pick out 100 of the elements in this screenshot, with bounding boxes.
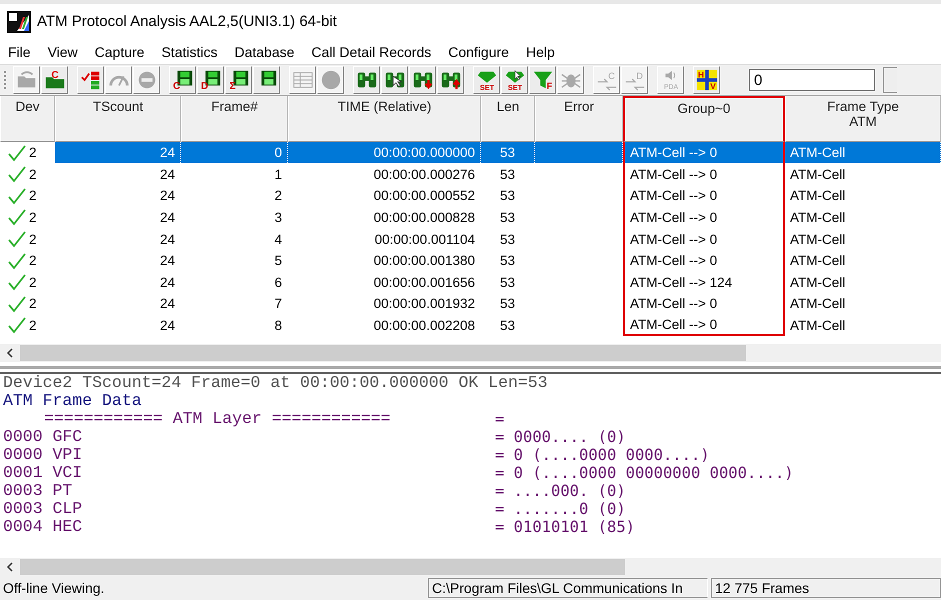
- frame-number-field[interactable]: 0: [749, 69, 875, 92]
- table-cell: 00:00:00.000000: [374, 145, 475, 160]
- table-cell: ATM-Cell: [790, 274, 846, 290]
- table-cell: 2: [29, 166, 37, 182]
- horizontal-scrollbar[interactable]: [0, 344, 941, 362]
- table-cell: 3: [274, 210, 282, 225]
- table-cell: ATM-Cell: [790, 253, 846, 268]
- table-row[interactable]: 2 24 2 00:00:00.000552 53 ATM-Cell --> 0 ATM-Cell: [0, 185, 941, 207]
- scroll-left-icon[interactable]: [6, 348, 14, 358]
- table-row[interactable]: 2 24 6 00:00:00.001656 53 ATM-Cell --> 124 ATM-Cell: [0, 271, 941, 294]
- table-cell: 24: [160, 318, 175, 333]
- section-title: ATM Frame Data: [3, 391, 142, 410]
- table-cell: 53: [500, 232, 516, 247]
- table-cell: 4: [274, 232, 282, 247]
- table-row[interactable]: 2 24 4 00:00:00.001104 53 ATM-Cell --> 0 ATM-Cell: [0, 228, 941, 250]
- menu-item[interactable]: View: [44, 44, 85, 60]
- table-cell: ATM-Cell: [790, 188, 846, 204]
- table-row[interactable]: 2 24 5 00:00:00.001380 53 ATM-Cell --> 0 ATM-Cell: [0, 250, 941, 272]
- table-cell: 53: [500, 318, 516, 333]
- table-row[interactable]: 2 24 8 00:00:00.002208 53 ATM-Cell --> 0 ATM-Cell: [0, 314, 941, 336]
- table-cell: 6: [274, 274, 282, 290]
- table-cell: 00:00:00.001380: [374, 253, 475, 268]
- table-cell: 0: [274, 145, 282, 160]
- table-cell: 5: [274, 253, 282, 268]
- table-cell: 00:00:00.001104: [374, 232, 475, 247]
- table-cell: 2: [274, 188, 282, 204]
- table-cell: ATM-Cell --> 0: [630, 145, 718, 160]
- toolbar-grip-icon[interactable]: [4, 70, 7, 90]
- app-logo-icon: [7, 10, 31, 33]
- table-cell: 00:00:00.001932: [374, 296, 475, 312]
- table-cell: 00:00:00.002208: [374, 318, 475, 333]
- table-cell: 2: [29, 274, 37, 290]
- table-cell: ATM-Cell: [790, 166, 846, 182]
- table-cell: 53: [500, 253, 516, 268]
- field-value: = 01010101 (85): [495, 518, 635, 536]
- table-cell: 2: [29, 253, 37, 268]
- table-cell: 53: [500, 166, 516, 182]
- table-cell: ATM-Cell --> 0: [630, 316, 718, 332]
- table-cell: 2: [29, 318, 37, 333]
- table-cell: 2: [29, 296, 37, 312]
- table-cell: ATM-Cell --> 0: [630, 253, 718, 268]
- table-cell: 24: [160, 210, 175, 225]
- scrollbar-thumb[interactable]: [20, 559, 625, 575]
- table-cell: 2: [29, 188, 37, 204]
- table-cell: 00:00:00.000828: [374, 210, 475, 225]
- table-cell: 2: [29, 145, 37, 160]
- table-cell: 24: [160, 188, 175, 204]
- field-name: 0001 VCI: [3, 463, 84, 482]
- field-value: = ....000. (0): [495, 482, 626, 500]
- table-cell: 53: [500, 274, 516, 290]
- menu-item[interactable]: Capture: [90, 44, 152, 60]
- table-cell: 24: [160, 166, 175, 182]
- menu-item[interactable]: Statistics: [157, 44, 224, 60]
- table-cell: ATM-Cell: [790, 210, 846, 225]
- table-row[interactable]: 2 24 7 00:00:00.001932 53 ATM-Cell --> 0 ATM-Cell: [0, 293, 941, 315]
- table-cell: 53: [500, 188, 516, 204]
- menu-item[interactable]: File: [4, 44, 38, 60]
- table-cell: ATM-Cell --> 124: [630, 274, 732, 290]
- table-cell: ATM-Cell --> 0: [630, 296, 718, 312]
- field-name: 0003 PT: [3, 481, 74, 500]
- field-name: 0003 CLP: [3, 499, 84, 518]
- table-cell: ATM-Cell: [790, 296, 846, 312]
- circle-icon: [320, 69, 342, 92]
- menu-item[interactable]: Database: [230, 44, 302, 60]
- status-text: C:\Program Files\GL Communications In: [428, 578, 708, 598]
- menu-item[interactable]: Call Detail Records: [307, 44, 438, 60]
- table-cell: 00:00:00.000276: [374, 166, 475, 182]
- table-row[interactable]: 2 24 0 00:00:00.000000 53 ATM-Cell --> 0 ATM-Cell: [0, 142, 941, 164]
- field-name: 0004 HEC: [3, 517, 84, 536]
- table-cell: ATM-Cell --> 0: [630, 166, 718, 182]
- status-text: Off-line Viewing.: [2, 579, 106, 598]
- table-cell: ATM-Cell --> 0: [630, 210, 718, 225]
- table-cell: 24: [160, 253, 175, 268]
- table-cell: 53: [500, 296, 516, 312]
- column-header[interactable]: Dev: [0, 96, 55, 142]
- field-value: = .......0 (0): [495, 500, 626, 518]
- table-cell: ATM-Cell: [790, 145, 846, 160]
- table-cell: 53: [500, 210, 516, 225]
- field-name: 0000 VPI: [3, 445, 84, 464]
- table-row[interactable]: 2 24 3 00:00:00.000828 53 ATM-Cell --> 0 ATM-Cell: [0, 206, 941, 228]
- table-cell: 8: [274, 318, 282, 333]
- table-cell: ATM-Cell --> 0: [630, 232, 718, 247]
- scrollbar-thumb[interactable]: [20, 344, 746, 361]
- table-cell: 24: [160, 296, 175, 312]
- summary-line: Device2 TScount=24 Frame=0 at 00:00:00.000000 OK Len=53: [3, 373, 548, 392]
- table-cell: 00:00:00.001656: [374, 274, 475, 290]
- table-cell: 24: [160, 274, 175, 290]
- layer-heading: ============ ATM Layer ============: [43, 409, 392, 428]
- horizontal-scrollbar[interactable]: [0, 558, 941, 576]
- menu-item[interactable]: Configure: [444, 44, 516, 60]
- table-cell: 00:00:00.000552: [374, 188, 475, 204]
- table-cell: 24: [160, 145, 175, 160]
- field-value: =: [495, 410, 504, 428]
- window-title: ATM Protocol Analysis AAL2,5(UNI3.1) 64-bit: [37, 13, 337, 30]
- table-row[interactable]: 2 24 1 00:00:00.000276 53 ATM-Cell --> 0 ATM-Cell: [0, 163, 941, 186]
- menu-item[interactable]: Help: [522, 44, 562, 60]
- table-cell: ATM-Cell: [790, 232, 846, 247]
- scroll-left-icon[interactable]: [6, 562, 14, 572]
- status-text: 12 775 Frames: [711, 578, 941, 598]
- field-name: 0000 GFC: [3, 427, 84, 446]
